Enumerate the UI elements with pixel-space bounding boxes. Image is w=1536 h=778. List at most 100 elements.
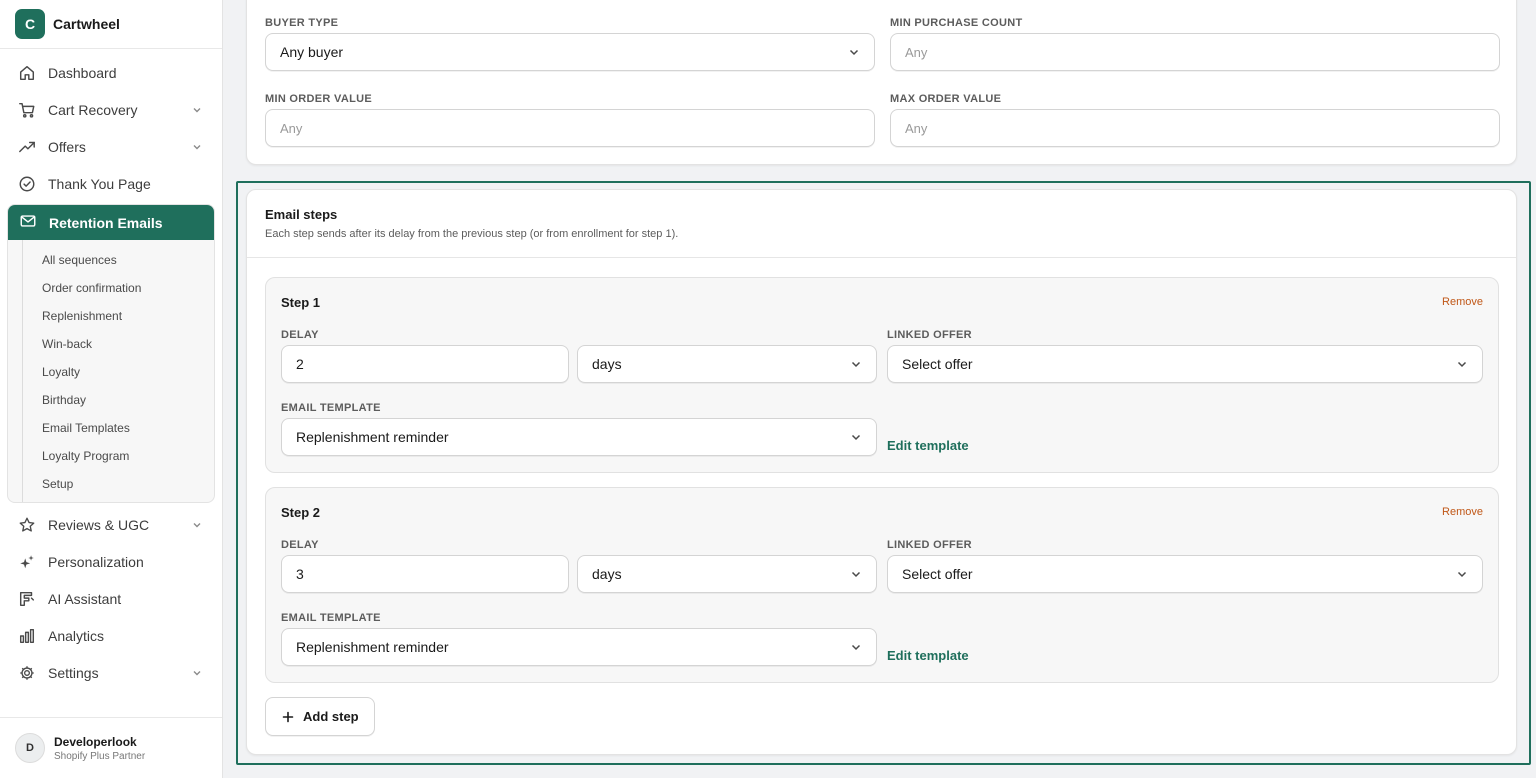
nav-item-thank-you-page[interactable]: Thank You Page (0, 165, 222, 202)
email-step: Step 2 Remove DELAY 3 days LINKED OFFER … (265, 487, 1499, 683)
home-icon (18, 64, 36, 82)
email-steps-title: Email steps (265, 207, 338, 222)
min-order-value-input[interactable]: Any (265, 109, 875, 147)
nav-item-ai-assistant[interactable]: AI Assistant (0, 580, 222, 617)
email-step: Step 1 Remove DELAY 2 days LINKED OFFER … (265, 277, 1499, 473)
sub-nav-item[interactable]: Birthday (8, 386, 214, 414)
cart-icon (18, 101, 36, 119)
delay-value: 2 (296, 356, 304, 372)
nav-label: Reviews & UGC (48, 516, 150, 533)
chevron-down-icon (1456, 358, 1468, 370)
nav-item-offers[interactable]: Offers (0, 128, 222, 165)
user-profile[interactable]: D Developerlook Shopify Plus Partner (0, 717, 222, 778)
linked-offer-value: Select offer (902, 356, 973, 372)
edit-template-link[interactable]: Edit template (887, 648, 969, 663)
chevron-down-icon (848, 46, 860, 58)
sparkle-icon (18, 553, 36, 571)
email-template-label: EMAIL TEMPLATE (281, 402, 381, 414)
main-content: BUYER TYPE Any buyer MIN PURCHASE COUNT … (223, 0, 1536, 778)
chevron-down-icon (850, 641, 862, 653)
min-purchase-count-placeholder: Any (905, 44, 928, 60)
nav-label: Offers (48, 138, 86, 155)
sub-nav-item[interactable]: Setup (8, 470, 214, 498)
chevron-down-icon (192, 142, 202, 152)
trending-up-icon (18, 138, 36, 156)
sub-nav-item[interactable]: All sequences (8, 246, 214, 274)
edit-template-link[interactable]: Edit template (887, 438, 969, 453)
buyer-type-select[interactable]: Any buyer (265, 33, 875, 71)
nav-item-cart-recovery[interactable]: Cart Recovery (0, 91, 222, 128)
nav-label: Dashboard (48, 64, 117, 81)
add-step-label: Add step (303, 709, 359, 724)
nav-label: Settings (48, 664, 99, 681)
nav-group-retention-emails: Retention Emails All sequences Order con… (7, 204, 215, 503)
buyer-type-value: Any buyer (280, 44, 344, 60)
nav-label: Personalization (48, 553, 144, 570)
sub-nav-item[interactable]: Order confirmation (8, 274, 214, 302)
delay-unit-select[interactable]: days (577, 555, 877, 593)
nav-item-personalization[interactable]: Personalization (0, 543, 222, 580)
remove-step-button[interactable]: Remove (1442, 506, 1483, 518)
brand-logo: C (15, 9, 45, 39)
email-template-select[interactable]: Replenishment reminder (281, 628, 877, 666)
sub-nav-item[interactable]: Loyalty Program (8, 442, 214, 470)
chevron-down-icon (850, 358, 862, 370)
plus-icon (282, 711, 294, 723)
remove-step-button[interactable]: Remove (1442, 296, 1483, 308)
delay-input[interactable]: 3 (281, 555, 569, 593)
max-order-value-label: MAX ORDER VALUE (890, 93, 1002, 105)
delay-label: DELAY (281, 329, 319, 341)
user-name: Developerlook (54, 734, 137, 749)
chevron-down-icon (850, 431, 862, 443)
mail-icon (19, 212, 37, 233)
user-text: Developerlook Shopify Plus Partner (54, 735, 145, 762)
add-step-button[interactable]: Add step (265, 697, 375, 736)
nav-item-reviews-ugc[interactable]: Reviews & UGC (0, 506, 222, 543)
linked-offer-select[interactable]: Select offer (887, 345, 1483, 383)
min-purchase-count-input[interactable]: Any (890, 33, 1500, 71)
bar-chart-icon (18, 627, 36, 645)
delay-unit-value: days (592, 566, 622, 582)
email-steps-header: Email steps Each step sends after its de… (247, 190, 1516, 258)
chevron-down-icon (850, 568, 862, 580)
chevron-down-icon (1456, 568, 1468, 580)
nav-item-settings[interactable]: Settings (0, 654, 222, 691)
nav-item-retention-emails[interactable]: Retention Emails (8, 205, 214, 240)
chevron-down-icon (192, 668, 202, 678)
nav-item-dashboard[interactable]: Dashboard (0, 54, 222, 91)
linked-offer-select[interactable]: Select offer (887, 555, 1483, 593)
email-template-label: EMAIL TEMPLATE (281, 612, 381, 624)
min-order-value-placeholder: Any (280, 120, 303, 136)
sub-nav-item[interactable]: Win-back (8, 330, 214, 358)
sub-nav-item[interactable]: Replenishment (8, 302, 214, 330)
delay-unit-value: days (592, 356, 622, 372)
linked-offer-label: LINKED OFFER (887, 539, 972, 551)
user-role: Shopify Plus Partner (54, 750, 146, 762)
step-title: Step 1 (281, 295, 321, 310)
nav-item-analytics[interactable]: Analytics (0, 617, 222, 654)
assistant-icon (18, 590, 36, 608)
gear-icon (18, 664, 36, 682)
email-steps-card: Email steps Each step sends after its de… (246, 189, 1517, 755)
delay-input[interactable]: 2 (281, 345, 569, 383)
delay-value: 3 (296, 566, 304, 582)
brand[interactable]: C Cartwheel (0, 0, 222, 49)
nav-label: AI Assistant (48, 590, 122, 607)
chevron-down-icon (192, 520, 202, 530)
brand-name: Cartwheel (53, 16, 120, 32)
max-order-value-input[interactable]: Any (890, 109, 1500, 147)
min-order-value-label: MIN ORDER VALUE (265, 93, 372, 105)
min-purchase-count-label: MIN PURCHASE COUNT (890, 17, 1023, 29)
star-icon (18, 516, 36, 534)
sub-nav-item[interactable]: Loyalty (8, 358, 214, 386)
sub-nav-item[interactable]: Email Templates (8, 414, 214, 442)
step-title: Step 2 (281, 505, 321, 520)
sub-nav: All sequences Order confirmation Repleni… (8, 240, 214, 502)
nav-label: Retention Emails (49, 214, 163, 231)
sidebar: C Cartwheel Dashboard Cart Recovery Offe… (0, 0, 223, 778)
email-template-value: Replenishment reminder (296, 639, 449, 655)
linked-offer-value: Select offer (902, 566, 973, 582)
delay-unit-select[interactable]: days (577, 345, 877, 383)
nav-label: Analytics (48, 627, 105, 644)
email-template-select[interactable]: Replenishment reminder (281, 418, 877, 456)
